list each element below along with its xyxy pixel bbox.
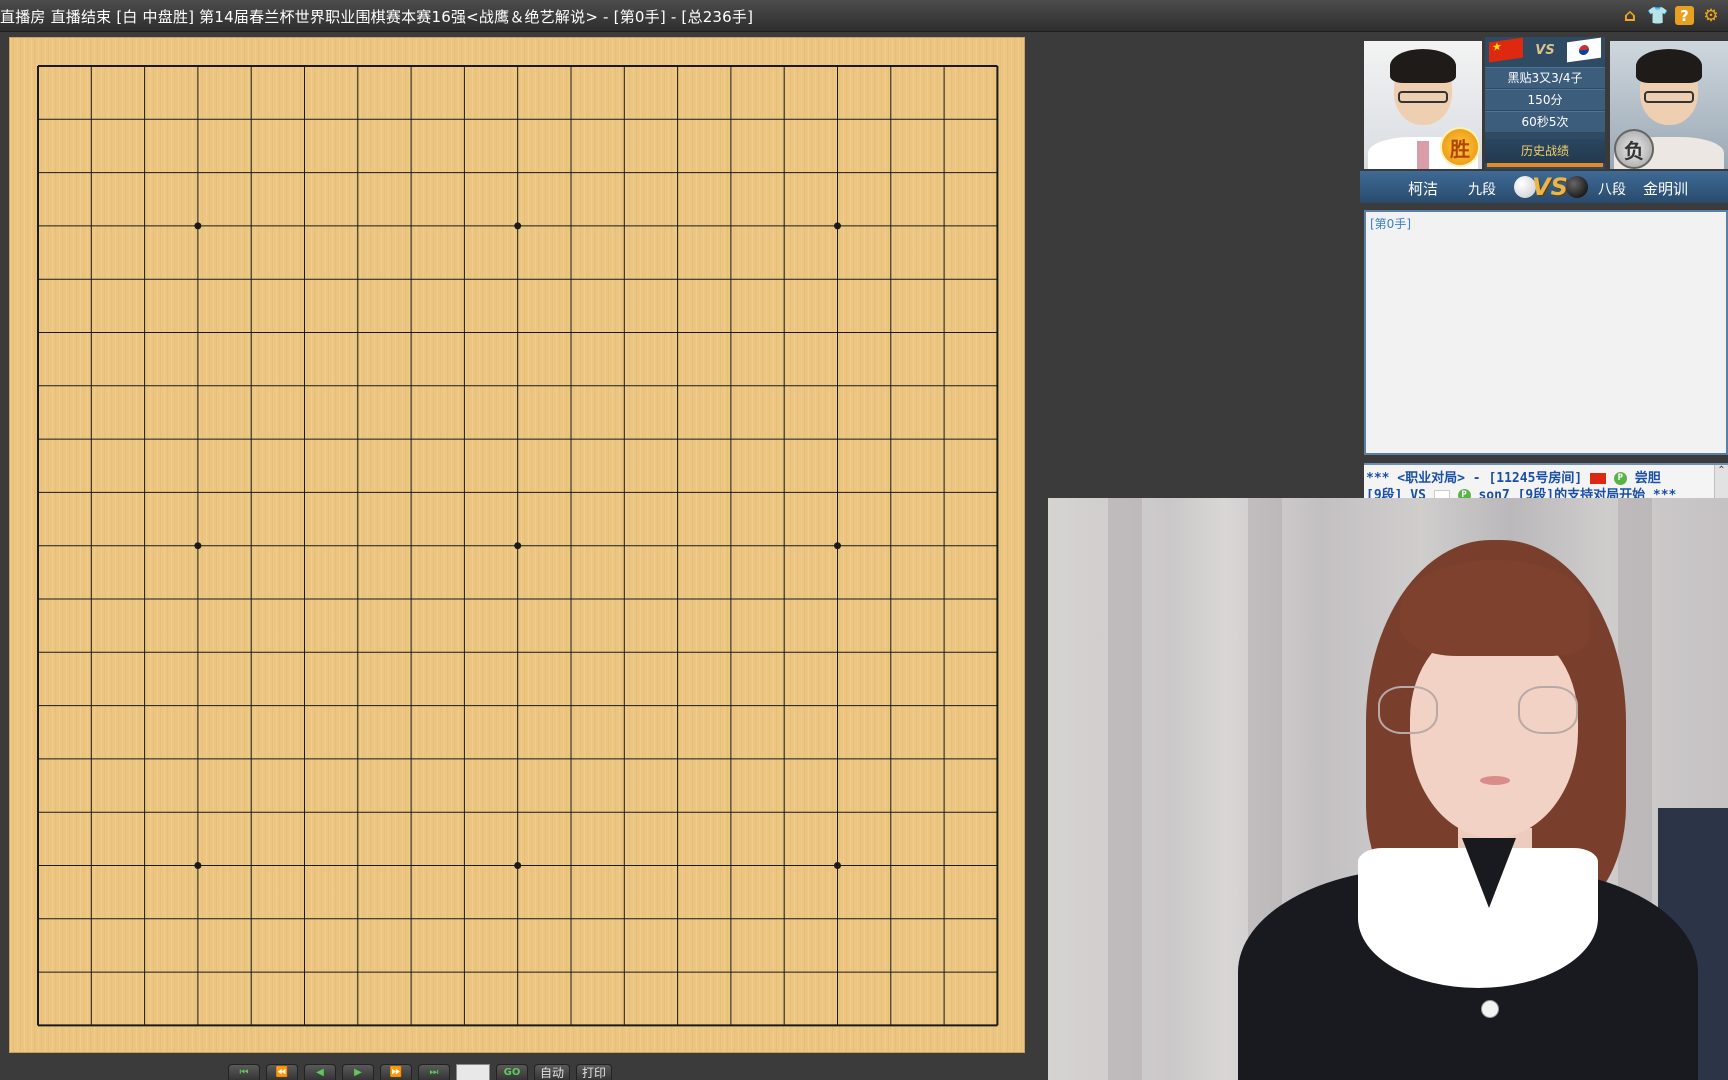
hoshi-point <box>834 542 841 550</box>
play-button[interactable]: ▶ <box>342 1064 374 1080</box>
back-10-button[interactable]: ⏪ <box>266 1064 298 1080</box>
hoshi-point <box>834 862 841 869</box>
win-badge-icon: 胜 <box>1440 127 1480 167</box>
title-icons: ⌂ 👕 ? ⚙ <box>1619 5 1722 27</box>
vs-big: VS <box>1532 173 1568 201</box>
white-player-name: 柯洁 <box>1408 180 1439 198</box>
last-move-button[interactable]: ⏭ <box>418 1064 450 1080</box>
title-bar: 直播房 直播结束 [白 中盘胜] 第14届春兰杯世界职业围棋赛本赛16强<战鹰＆… <box>0 0 1728 32</box>
player-panel: 胜 VS 黑贴3又3/4子 150分 60秒5次 历史战绩 负 柯洁 九段 <box>1360 37 1728 203</box>
hoshi-point <box>194 542 202 550</box>
gear-icon[interactable]: ⚙ <box>1700 5 1722 27</box>
back-1-button[interactable]: ◀ <box>304 1064 336 1080</box>
go-board[interactable] <box>9 37 1025 1053</box>
korea-flag-icon <box>1567 37 1601 63</box>
first-move-button[interactable]: ⏮ <box>228 1064 260 1080</box>
byoyomi-text: 60秒5次 <box>1485 111 1605 132</box>
dress-button <box>1481 1000 1499 1018</box>
history-record-button[interactable]: 历史战绩 <box>1485 139 1605 163</box>
person-bangs <box>1400 560 1590 656</box>
move-number-input[interactable] <box>456 1064 490 1080</box>
flags-row: VS <box>1485 37 1605 63</box>
chat-scrollbar[interactable]: ⌃ <box>1714 465 1728 499</box>
auto-button[interactable]: 自动 <box>534 1064 570 1080</box>
avatar-hair <box>1636 49 1702 83</box>
help-icon[interactable]: ? <box>1675 6 1694 25</box>
shirt-icon[interactable]: 👕 <box>1647 5 1669 27</box>
white-player-rank: 九段 <box>1468 182 1496 198</box>
avatar-glasses <box>1398 91 1448 103</box>
hoshi-point <box>514 222 522 230</box>
hoshi-point <box>834 222 841 230</box>
lose-badge-icon: 负 <box>1614 129 1654 169</box>
hoshi-point <box>194 862 202 869</box>
hoshi-point <box>514 542 522 550</box>
black-stone-icon <box>1566 176 1588 198</box>
black-player-name: 金明训 <box>1643 180 1689 198</box>
webcam-overlay <box>1048 498 1728 1080</box>
print-button[interactable]: 打印 <box>576 1064 612 1080</box>
person-lips <box>1480 776 1510 785</box>
current-move-text: [第0手] <box>1370 217 1411 231</box>
playback-controls: ⏮ ⏪ ◀ ▶ ⏩ ⏭ GO 自动 打印 <box>228 1064 612 1080</box>
window-title: 直播房 直播结束 [白 中盘胜] 第14届春兰杯世界职业围棋赛本赛16强<战鹰＆… <box>0 8 754 26</box>
hoshi-point <box>194 222 202 230</box>
vs-small: VS <box>1535 42 1555 58</box>
avatar-glasses <box>1644 91 1694 103</box>
glasses-lens-left <box>1378 686 1438 734</box>
white-player-avatar: 胜 <box>1364 41 1482 169</box>
chat-line-2: [9段] VS P son7 [9段]的支持对局开始 *** <box>1366 484 1676 499</box>
match-info: VS 黑贴3又3/4子 150分 60秒5次 历史战绩 <box>1485 37 1605 169</box>
avatar-tie <box>1417 141 1429 169</box>
avatar-hair <box>1390 49 1456 83</box>
komi-text: 黑贴3又3/4子 <box>1485 67 1605 88</box>
black-player-rank: 八段 <box>1598 182 1626 198</box>
hoshi-point <box>514 862 522 869</box>
black-player-avatar: 负 <box>1610 41 1728 169</box>
curtain-fold <box>1108 498 1142 1080</box>
glasses-lens-right <box>1518 686 1578 734</box>
history-bar <box>1487 163 1603 167</box>
china-flag-icon <box>1489 37 1523 63</box>
chat-panel[interactable]: *** <职业对局> - [11245号房间] P 尝胆 [9段] VS P s… <box>1364 463 1728 499</box>
app-window: 直播房 直播结束 [白 中盘胜] 第14届春兰杯世界职业围棋赛本赛16强<战鹰＆… <box>0 0 1728 1080</box>
player-names-bar: 柯洁 九段 VS 八段 金明训 <box>1360 171 1728 203</box>
go-button[interactable]: GO <box>496 1064 528 1080</box>
forward-10-button[interactable]: ⏩ <box>380 1064 412 1080</box>
points-text: 150分 <box>1485 89 1605 110</box>
home-icon[interactable]: ⌂ <box>1619 5 1641 27</box>
china-flag-icon <box>1590 473 1607 484</box>
move-log[interactable]: [第0手] <box>1364 210 1728 455</box>
go-board-grid[interactable] <box>10 38 1026 1054</box>
